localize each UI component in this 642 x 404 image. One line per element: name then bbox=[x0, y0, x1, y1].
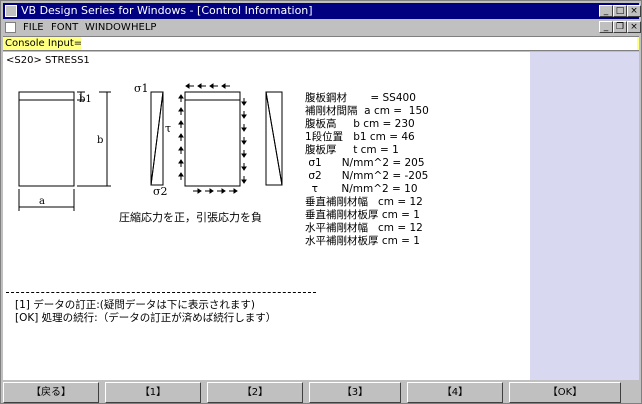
stress-diagram: b1 b a σ1 σ2 τ bbox=[18, 82, 283, 211]
shear-stiffener-strip bbox=[184, 91, 241, 101]
param-row: 1段位置 b1 cm = 46 bbox=[305, 131, 415, 143]
shear-arrowhead bbox=[241, 166, 247, 171]
shear-arrowhead bbox=[221, 188, 226, 194]
b1-label: b1 bbox=[79, 94, 92, 105]
shear-arrowhead bbox=[178, 146, 184, 151]
shear-plate-outline bbox=[184, 91, 241, 187]
right-sigma-triangle-2 bbox=[265, 91, 283, 186]
f1-button[interactable]: 【1】 bbox=[105, 382, 201, 403]
shear-arrowhead bbox=[241, 101, 247, 106]
document-icon[interactable] bbox=[5, 22, 16, 33]
maximize-button[interactable]: □ bbox=[613, 5, 627, 17]
shear-arrowhead bbox=[209, 188, 214, 194]
minimize-button[interactable]: _ bbox=[599, 5, 613, 17]
shear-arrowhead bbox=[178, 133, 184, 138]
shear-arrowhead bbox=[241, 153, 247, 158]
child-restore-button[interactable]: ❐ bbox=[613, 21, 627, 33]
app-window: VB Design Series for Windows - [Control … bbox=[0, 0, 642, 404]
close-button[interactable]: × bbox=[627, 5, 641, 17]
option-continue: [OK] 処理の続行:（データの訂正が済めば続行します） bbox=[15, 312, 277, 324]
console-input[interactable] bbox=[81, 37, 637, 50]
menu-file[interactable]: FILE bbox=[23, 20, 44, 35]
param-row: 水平補剛材板厚 cm = 1 bbox=[305, 235, 420, 247]
menu-font[interactable]: FONT bbox=[51, 20, 78, 35]
shear-arrowhead bbox=[241, 114, 247, 119]
param-row: 水平補剛材幅 cm = 12 bbox=[305, 222, 423, 234]
app-icon[interactable] bbox=[5, 5, 17, 17]
param-row: 垂直補剛材幅 cm = 12 bbox=[305, 196, 423, 208]
b-label: b bbox=[97, 135, 103, 146]
shear-arrowhead bbox=[178, 159, 184, 164]
param-row: 補剛材間隔 a cm = 150 bbox=[305, 105, 429, 117]
console-bar: Console Input= bbox=[3, 36, 639, 51]
console-label: Console Input= bbox=[5, 38, 83, 49]
param-row: 垂直補剛材板厚 cm = 1 bbox=[305, 209, 420, 221]
menu-help[interactable]: HELP bbox=[131, 20, 156, 35]
shear-arrowhead bbox=[233, 188, 238, 194]
sign-convention-note: 圧縮応力を正，引張応力を負 bbox=[119, 211, 262, 224]
plate-outline bbox=[18, 91, 75, 187]
f3-button[interactable]: 【3】 bbox=[309, 382, 401, 403]
ok-button[interactable]: 【OK】 bbox=[509, 382, 621, 403]
menu-window[interactable]: WINDOW bbox=[85, 20, 131, 35]
a-label: a bbox=[39, 196, 45, 207]
param-row: σ1 N/mm^2 = 205 bbox=[305, 157, 425, 169]
shear-arrowhead bbox=[178, 172, 184, 177]
child-close-button[interactable]: × bbox=[627, 21, 641, 33]
shear-arrowhead bbox=[178, 120, 184, 125]
sigma2-label: σ2 bbox=[153, 185, 168, 198]
param-row: τ N/mm^2 = 10 bbox=[305, 183, 418, 195]
sigma2-triangle bbox=[150, 91, 164, 186]
f2-button[interactable]: 【2】 bbox=[207, 382, 303, 403]
shear-arrowhead bbox=[178, 107, 184, 112]
parameter-list: 腹板鋼材 = SS400 補剛材間隔 a cm = 150 腹板高 b cm =… bbox=[305, 92, 429, 248]
shear-arrowhead bbox=[209, 83, 214, 89]
back-button[interactable]: 【戻る】 bbox=[3, 382, 99, 403]
shear-arrowhead bbox=[241, 179, 247, 184]
shear-arrowhead bbox=[241, 127, 247, 132]
shear-arrowhead bbox=[241, 140, 247, 145]
param-row: 腹板厚 t cm = 1 bbox=[305, 144, 399, 156]
shear-arrowhead bbox=[185, 83, 190, 89]
stiffener-strip bbox=[18, 91, 75, 101]
shear-arrowhead bbox=[197, 83, 202, 89]
menu-bar: FILE FONT WINDOW HELP _ ❐ × bbox=[3, 20, 641, 35]
sigma1-label: σ1 bbox=[134, 82, 149, 95]
tau-label: τ bbox=[165, 122, 171, 135]
output-panel: <S20> STRESS1 b1 b a σ1 σ2 τ 圧縮応力を正，引張応力… bbox=[3, 52, 530, 380]
window-title: VB Design Series for Windows - [Control … bbox=[21, 4, 313, 17]
param-row: σ2 N/mm^2 = -205 bbox=[305, 170, 429, 182]
shear-arrowhead bbox=[221, 83, 226, 89]
child-minimize-button[interactable]: _ bbox=[599, 21, 613, 33]
param-row: 腹板高 b cm = 230 bbox=[305, 118, 415, 130]
separator-line bbox=[6, 292, 316, 293]
f4-button[interactable]: 【4】 bbox=[407, 382, 503, 403]
param-row: 腹板鋼材 = SS400 bbox=[305, 92, 416, 104]
shear-arrowhead bbox=[197, 188, 202, 194]
shear-arrowhead bbox=[178, 94, 184, 99]
right-panel bbox=[530, 52, 639, 380]
function-key-bar: 【戻る】 【1】 【2】 【3】 【4】 【OK】 bbox=[3, 382, 639, 403]
title-bar[interactable]: VB Design Series for Windows - [Control … bbox=[3, 3, 641, 19]
